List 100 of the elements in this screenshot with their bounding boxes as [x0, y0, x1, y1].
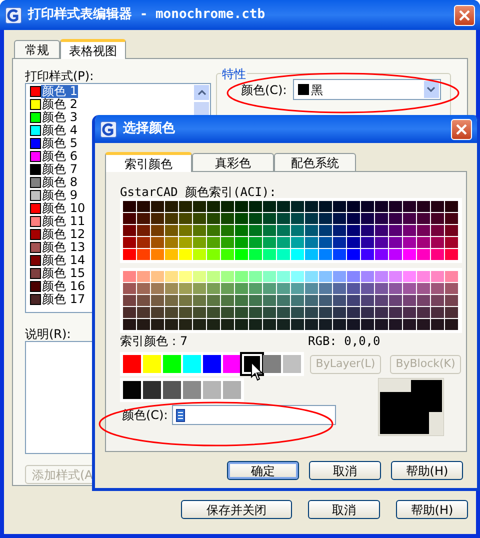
color-swatch[interactable] — [347, 213, 360, 224]
dialog-button[interactable]: 取消 — [308, 500, 380, 519]
color-swatch[interactable] — [179, 201, 192, 212]
color-swatch[interactable] — [151, 307, 164, 318]
color-swatch[interactable] — [347, 283, 360, 294]
color-swatch[interactable] — [221, 295, 234, 306]
color-swatch[interactable] — [165, 225, 178, 236]
color-swatch[interactable] — [375, 237, 388, 248]
close-button[interactable] — [451, 118, 472, 140]
color-swatch[interactable] — [431, 283, 444, 294]
color-swatch[interactable] — [417, 249, 430, 260]
list-item[interactable]: 颜色 6 — [41, 150, 78, 163]
color-swatch[interactable] — [431, 213, 444, 224]
color-swatch[interactable] — [347, 295, 360, 306]
color-swatch[interactable] — [445, 319, 458, 330]
color-swatch[interactable] — [165, 237, 178, 248]
color-swatch[interactable] — [123, 355, 141, 373]
color-swatch[interactable] — [319, 307, 332, 318]
list-item[interactable]: 颜色 16 — [41, 280, 86, 293]
color-swatch[interactable] — [143, 381, 161, 399]
color-swatch[interactable] — [291, 307, 304, 318]
color-swatch[interactable] — [263, 319, 276, 330]
color-swatch[interactable] — [193, 249, 206, 260]
color-swatch[interactable] — [389, 249, 402, 260]
color-swatch[interactable] — [263, 295, 276, 306]
color-swatch[interactable] — [347, 307, 360, 318]
list-item[interactable]: 颜色 5 — [41, 137, 78, 150]
color-swatch[interactable] — [123, 249, 136, 260]
color-swatch[interactable] — [249, 307, 262, 318]
color-swatch[interactable] — [137, 225, 150, 236]
tab[interactable]: 真彩色 — [192, 153, 274, 171]
color-swatch[interactable] — [151, 295, 164, 306]
color-swatch[interactable] — [263, 213, 276, 224]
color-swatch[interactable] — [123, 381, 141, 399]
color-swatch[interactable] — [235, 295, 248, 306]
color-swatch[interactable] — [389, 307, 402, 318]
color-swatch[interactable] — [361, 237, 374, 248]
color-swatch[interactable] — [165, 319, 178, 330]
list-item[interactable]: 颜色 3 — [41, 111, 78, 124]
color-swatch[interactable] — [123, 237, 136, 248]
color-swatch[interactable] — [207, 201, 220, 212]
color-swatch[interactable] — [389, 225, 402, 236]
color-swatch[interactable] — [151, 237, 164, 248]
color-swatch[interactable] — [389, 201, 402, 212]
color-swatch[interactable] — [361, 213, 374, 224]
color-swatch[interactable] — [333, 295, 346, 306]
list-item[interactable]: 颜色 1 — [41, 85, 78, 98]
color-swatch[interactable] — [151, 271, 164, 282]
list-item[interactable]: 颜色 14 — [41, 254, 86, 267]
color-swatch[interactable] — [417, 283, 430, 294]
color-swatch[interactable] — [291, 271, 304, 282]
color-swatch[interactable] — [291, 295, 304, 306]
dialog-button[interactable]: 确定 — [227, 461, 299, 480]
color-swatch[interactable] — [319, 319, 332, 330]
tab[interactable]: 配色系统 — [274, 153, 356, 171]
color-swatch[interactable] — [235, 237, 248, 248]
color-swatch[interactable] — [263, 201, 276, 212]
color-swatch[interactable] — [235, 213, 248, 224]
color-swatch[interactable] — [123, 225, 136, 236]
color-swatch[interactable] — [179, 295, 192, 306]
color-swatch[interactable] — [403, 201, 416, 212]
color-swatch[interactable] — [207, 307, 220, 318]
color-swatch[interactable] — [249, 213, 262, 224]
color-swatch[interactable] — [445, 271, 458, 282]
color-swatch[interactable] — [291, 225, 304, 236]
color-swatch[interactable] — [333, 225, 346, 236]
color-swatch[interactable] — [165, 201, 178, 212]
color-swatch[interactable] — [193, 319, 206, 330]
color-swatch[interactable] — [291, 213, 304, 224]
color-swatch[interactable] — [223, 381, 241, 399]
color-swatch[interactable] — [277, 225, 290, 236]
color-swatch[interactable] — [347, 225, 360, 236]
color-swatch[interactable] — [319, 295, 332, 306]
color-swatch[interactable] — [431, 307, 444, 318]
color-field[interactable] — [172, 405, 336, 425]
color-swatch[interactable] — [123, 283, 136, 294]
color-swatch[interactable] — [137, 249, 150, 260]
color-swatch[interactable] — [193, 271, 206, 282]
color-swatch[interactable] — [417, 295, 430, 306]
color-swatch[interactable] — [361, 271, 374, 282]
tab[interactable]: 索引颜色 — [105, 152, 192, 172]
color-swatch[interactable] — [207, 213, 220, 224]
color-swatch[interactable] — [305, 225, 318, 236]
color-swatch[interactable] — [277, 283, 290, 294]
color-swatch[interactable] — [445, 213, 458, 224]
color-swatch[interactable] — [263, 225, 276, 236]
color-swatch[interactable] — [165, 249, 178, 260]
dialog-button[interactable]: 保存并关闭 — [181, 500, 292, 519]
color-swatch[interactable] — [249, 271, 262, 282]
color-swatch[interactable] — [193, 213, 206, 224]
color-swatch[interactable] — [305, 295, 318, 306]
dialog-button[interactable]: 取消 — [309, 461, 381, 480]
color-swatch[interactable] — [417, 225, 430, 236]
color-swatch[interactable] — [193, 307, 206, 318]
color-swatch[interactable] — [375, 307, 388, 318]
color-swatch[interactable] — [361, 201, 374, 212]
color-swatch[interactable] — [151, 319, 164, 330]
color-swatch[interactable] — [445, 307, 458, 318]
color-swatch[interactable] — [277, 271, 290, 282]
color-swatch[interactable] — [333, 249, 346, 260]
